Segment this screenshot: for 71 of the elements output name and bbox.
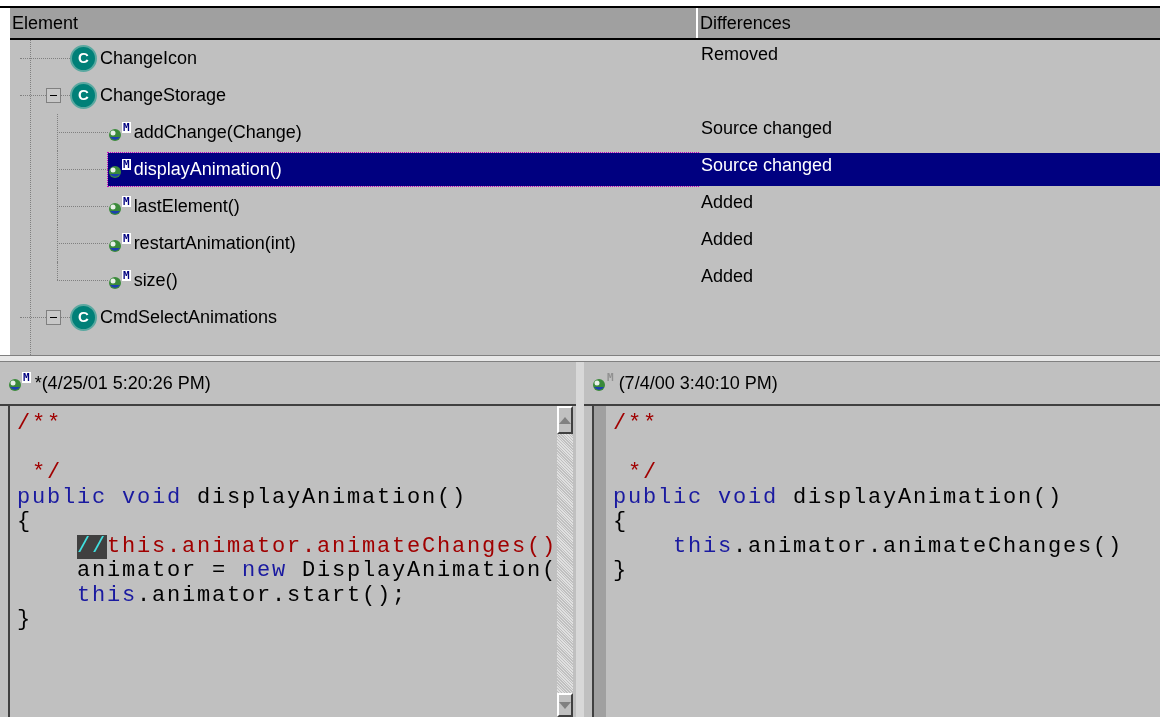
code-token: } [17, 608, 32, 633]
tree-item[interactable]: M lastElement() [108, 190, 698, 223]
scroll-down-button[interactable] [557, 693, 574, 717]
code-token: DisplayAnimation( [301, 559, 558, 584]
vertical-scrollbar[interactable] [557, 406, 574, 717]
tree-item[interactable]: M restartAnimation(int) [108, 227, 698, 260]
element-name: lastElement() [133, 195, 240, 218]
collapse-toggle[interactable] [46, 310, 61, 325]
code-token: this [76, 583, 138, 608]
code-token: /** */ [17, 412, 62, 486]
difference-text: Added [701, 191, 754, 214]
highlighted-code: // [77, 534, 108, 559]
code-token: } [613, 559, 628, 584]
code-token: this.animator.animateChanges() [107, 534, 558, 559]
tree-item[interactable]: M addChange(Change) [108, 116, 698, 149]
collapse-toggle[interactable] [46, 88, 61, 103]
down-arrow-icon [559, 701, 572, 709]
difference-text: Added [701, 228, 754, 251]
code-token: displayAnimation() [792, 485, 1064, 510]
code-token: animator = [76, 559, 229, 584]
version-timestamp: *(4/25/01 5:20:26 PM) [34, 371, 211, 395]
code-token: displayAnimation() [196, 485, 468, 510]
difference-text: Added [701, 265, 754, 288]
tree-item[interactable]: C ChangeStorage [70, 79, 698, 112]
scroll-up-button[interactable] [557, 406, 574, 434]
code-token: { [613, 510, 628, 535]
difference-text: Source changed [701, 154, 833, 177]
code-editor[interactable]: /** */ public void displayAnimation() { this.animator.animateChanges() } [606, 406, 1160, 717]
code-token: /** */ [613, 412, 658, 486]
up-arrow-icon [559, 416, 572, 424]
element-name: ChangeStorage [100, 84, 227, 107]
tree-item[interactable]: M size() [108, 264, 698, 297]
column-header[interactable]: Differences [698, 8, 1160, 38]
element-name: displayAnimation() [133, 158, 282, 181]
sphere-icon [108, 201, 122, 216]
element-name: restartAnimation(int) [133, 232, 296, 255]
version-timestamp: (7/4/00 3:40:10 PM) [618, 371, 778, 395]
code-token: this [672, 534, 734, 559]
method-badge-icon: M [122, 195, 131, 207]
sphere-icon [592, 378, 606, 392]
column-header[interactable]: Element [10, 8, 698, 38]
code-token: public void [613, 485, 779, 510]
sphere-icon [108, 238, 122, 253]
code-token: public void [17, 485, 183, 510]
method-badge-icon: M [122, 158, 131, 170]
code-token: { [17, 510, 32, 535]
splitter-bar[interactable] [0, 355, 1160, 362]
element-name: addChange(Change) [133, 121, 302, 144]
element-name: size() [133, 269, 178, 292]
method-badge-icon: M [122, 269, 131, 281]
method-badge-icon: M [22, 372, 31, 383]
sphere-icon [8, 378, 22, 392]
tree-item[interactable]: C ChangeIcon [70, 42, 698, 75]
code-token: .animator.start(); [137, 583, 408, 608]
sphere-icon [108, 164, 122, 179]
sphere-icon [108, 275, 122, 290]
element-name: CmdSelectAnimations [100, 306, 278, 329]
method-badge-icon: M [122, 121, 131, 133]
class-icon: C [70, 304, 97, 331]
code-token: .animator.animateChanges() [733, 534, 1124, 559]
code-token: new [242, 559, 288, 584]
sphere-icon [108, 127, 122, 142]
element-name: ChangeIcon [100, 47, 198, 70]
class-icon: C [70, 45, 97, 72]
tree-item[interactable]: C CmdSelectAnimations [70, 301, 698, 334]
tree-item[interactable]: M displayAnimation() [108, 153, 698, 186]
class-icon: C [70, 82, 97, 109]
method-badge-icon: M [122, 232, 131, 244]
difference-text: Removed [701, 43, 779, 66]
difference-text: Source changed [701, 117, 833, 140]
code-editor[interactable]: /** */ public void displayAnimation() { //this.animator.animateChanges() animator = new DisplayAnimation( this.animator.start(); } [10, 406, 558, 717]
